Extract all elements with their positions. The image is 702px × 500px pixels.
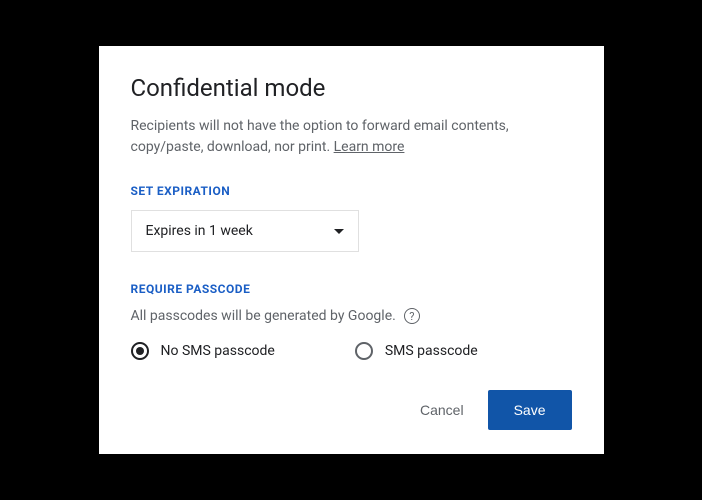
description-text: Recipients will not have the option to f… [131,118,509,155]
radio-label: SMS passcode [385,343,478,359]
passcode-note: All passcodes will be generated by Googl… [131,308,572,324]
dialog-description: Recipients will not have the option to f… [131,116,572,158]
set-expiration-label: SET EXPIRATION [131,184,572,198]
radio-icon [131,342,149,360]
help-icon[interactable]: ? [404,308,420,324]
save-button[interactable]: Save [488,390,572,430]
radio-icon [355,342,373,360]
passcode-radio-group: No SMS passcode SMS passcode [131,342,572,360]
passcode-note-text: All passcodes will be generated by Googl… [131,308,396,324]
require-passcode-label: REQUIRE PASSCODE [131,282,572,296]
dialog-actions: Cancel Save [131,390,572,430]
learn-more-link[interactable]: Learn more [334,139,405,155]
expiration-select[interactable]: Expires in 1 week [131,210,359,252]
expiration-selected-value: Expires in 1 week [146,223,253,239]
cancel-button[interactable]: Cancel [414,392,470,428]
radio-no-sms[interactable]: No SMS passcode [131,342,275,360]
caret-down-icon [334,229,344,234]
radio-sms[interactable]: SMS passcode [355,342,478,360]
dialog-title: Confidential mode [131,74,572,102]
confidential-mode-dialog: Confidential mode Recipients will not ha… [99,46,604,454]
radio-label: No SMS passcode [161,343,275,359]
